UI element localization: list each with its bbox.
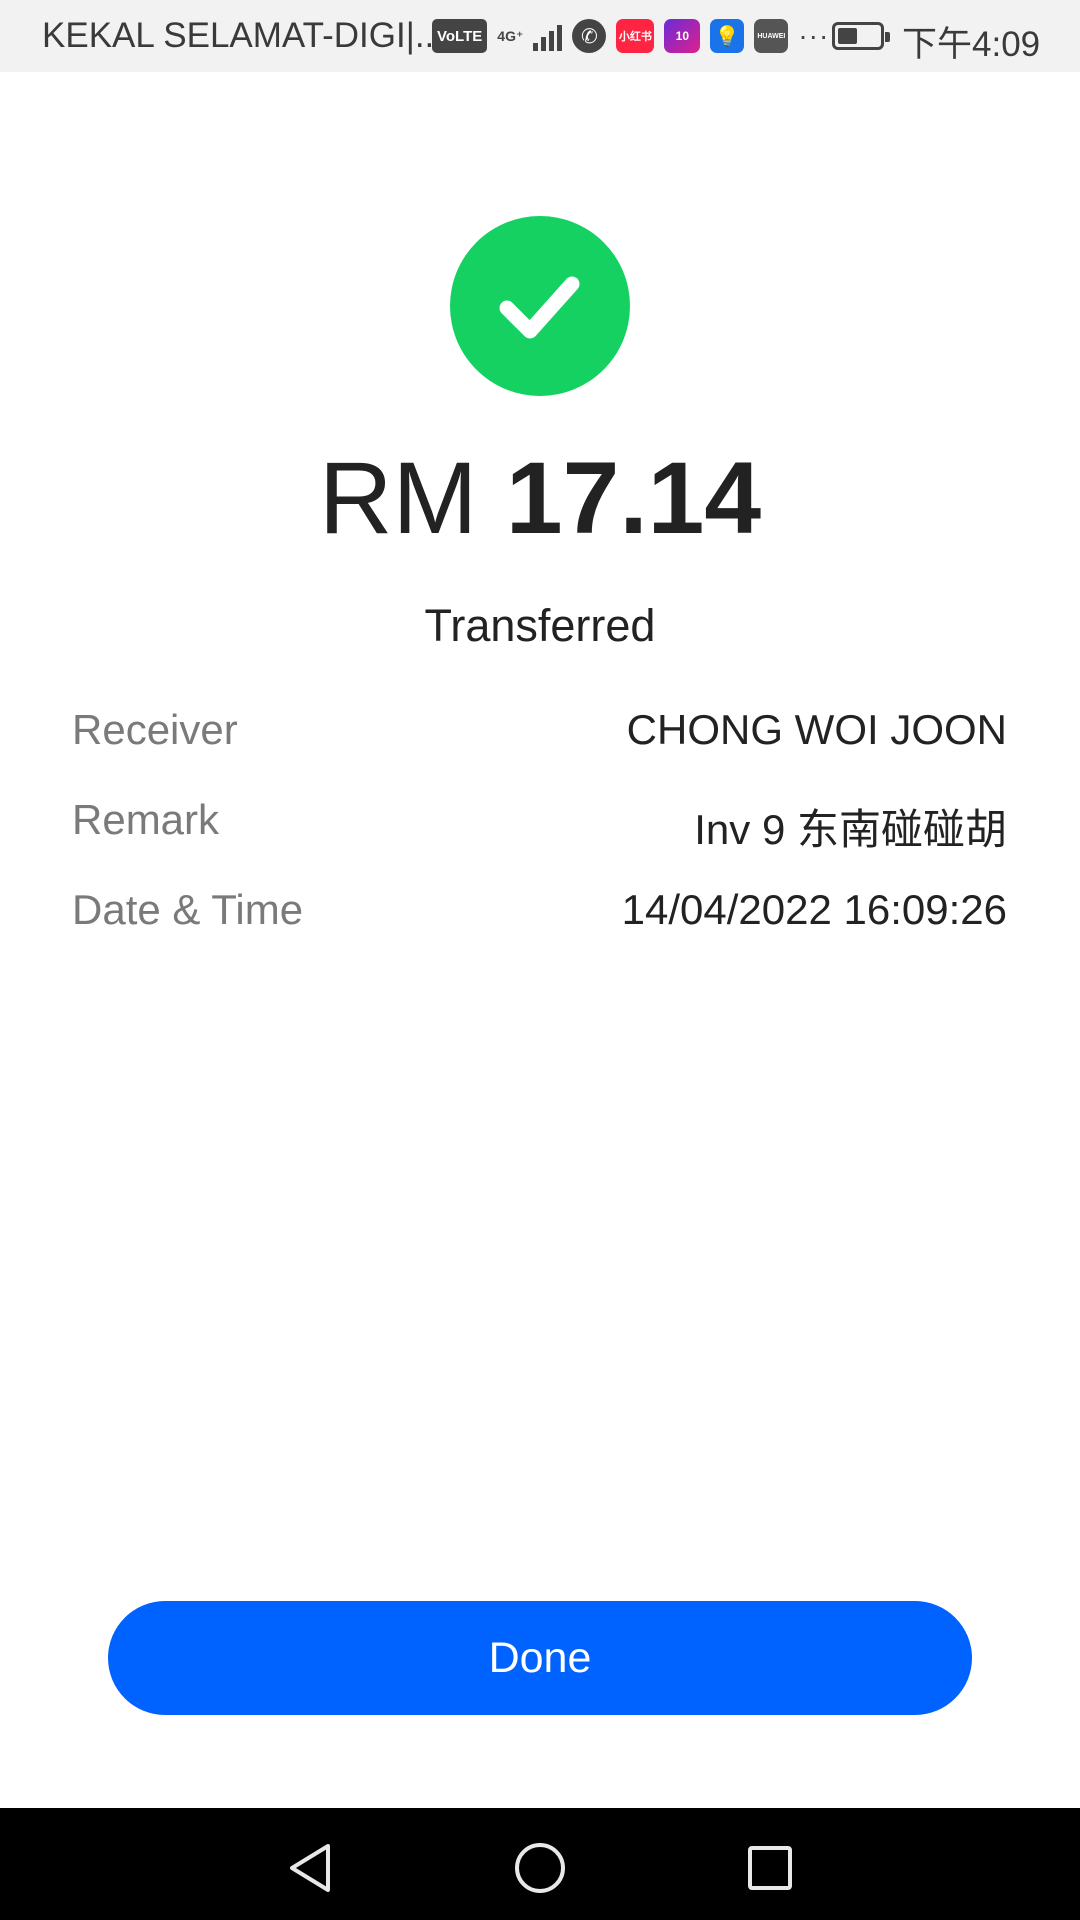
datetime-label: Date & Time xyxy=(72,886,304,933)
battery-level xyxy=(838,28,857,44)
lazada-app-icon: 10 xyxy=(664,19,701,53)
status-icons: VoLTE 4G⁺ ✆ 小红书 10 💡 HUAWEI ··· xyxy=(432,14,829,58)
done-button[interactable]: Done xyxy=(108,1601,972,1715)
recents-square-icon[interactable] xyxy=(740,1838,800,1898)
home-circle-icon[interactable] xyxy=(510,1838,570,1898)
back-triangle-icon[interactable] xyxy=(280,1838,340,1898)
phone-call-icon: ✆ xyxy=(572,19,607,53)
status-bar: KEKAL SELAMAT-DIGI|... VoLTE 4G⁺ ✆ 小红书 1… xyxy=(0,0,1080,72)
lightbulb-app-icon: 💡 xyxy=(710,19,745,53)
huawei-app-icon: HUAWEI xyxy=(754,19,789,53)
amount-value: 17.14 xyxy=(505,441,762,555)
receiver-label: Receiver xyxy=(72,706,238,753)
more-notifications-icon: ··· xyxy=(798,20,830,51)
detail-row-receiver: Receiver CHONG WOI JOON xyxy=(72,706,1007,796)
system-navigation-bar xyxy=(0,1808,1080,1920)
volte-icon: VoLTE xyxy=(432,19,488,53)
battery-icon xyxy=(832,22,890,50)
xiaohongshu-app-icon: 小红书 xyxy=(616,19,655,53)
success-badge xyxy=(450,216,630,396)
signal-strength-icon xyxy=(533,21,563,51)
transfer-status: Transferred xyxy=(424,600,656,651)
detail-row-datetime: Date & Time 14/04/2022 16:09:26 xyxy=(72,886,1007,976)
receiver-value: CHONG WOI JOON xyxy=(626,706,1007,753)
battery-tip xyxy=(885,32,890,42)
remark-value: Inv 9 东南碰碰胡 xyxy=(694,806,1007,853)
transfer-amount: RM 17.14 xyxy=(0,438,1080,558)
remark-label: Remark xyxy=(72,796,220,843)
transaction-details: Receiver CHONG WOI JOON Remark Inv 9 东南碰… xyxy=(72,706,1007,976)
network-type-icon: 4G⁺ xyxy=(497,28,524,44)
currency-code: RM xyxy=(318,441,478,555)
carrier-name: KEKAL SELAMAT-DIGI|... xyxy=(42,16,444,55)
datetime-value: 14/04/2022 16:09:26 xyxy=(621,886,1007,933)
detail-row-remark: Remark Inv 9 东南碰碰胡 xyxy=(72,796,1007,886)
checkmark-icon xyxy=(499,276,580,339)
status-time: 下午4:09 xyxy=(902,25,1041,64)
